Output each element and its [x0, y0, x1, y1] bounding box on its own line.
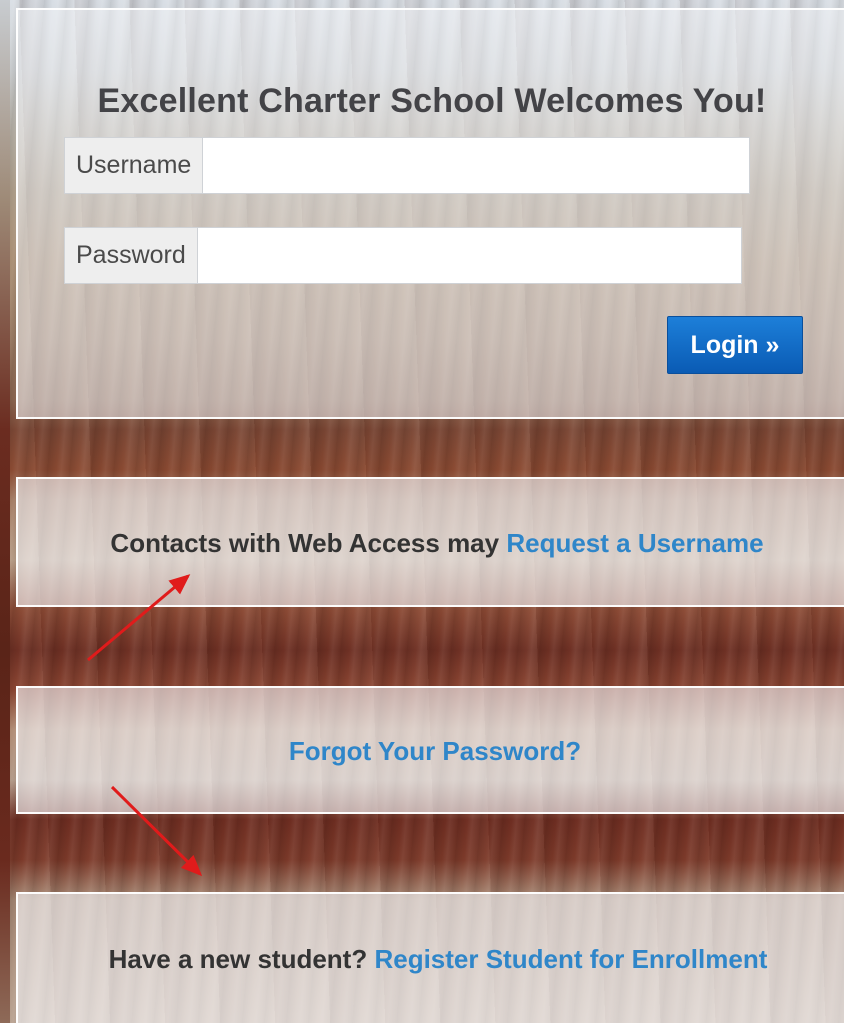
annotation-arrows	[87, 574, 203, 877]
arrow-up-icon	[87, 574, 191, 662]
arrow-down-icon	[110, 785, 203, 877]
